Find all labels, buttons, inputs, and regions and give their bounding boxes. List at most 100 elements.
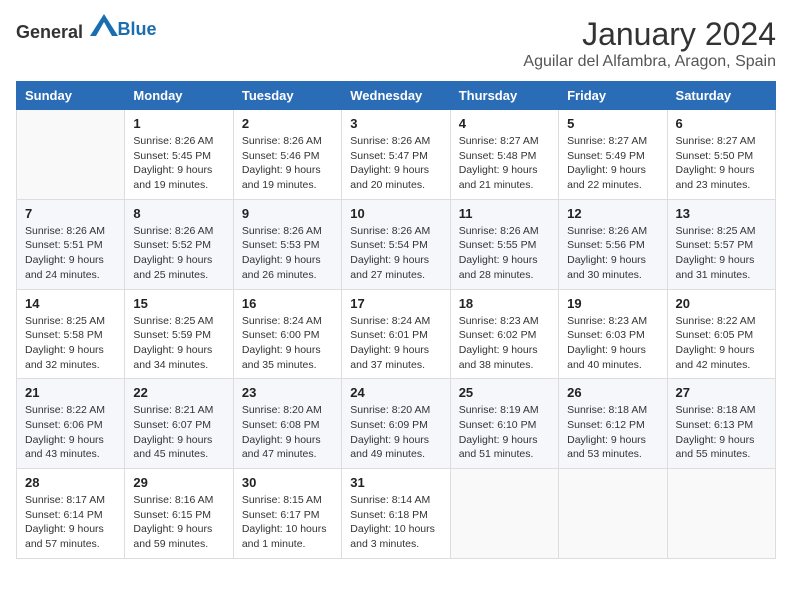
week-row-5: 28 Sunrise: 8:17 AMSunset: 6:14 PMDayligh…	[17, 469, 776, 559]
header-cell-wednesday: Wednesday	[342, 82, 450, 110]
day-info: Sunrise: 8:26 AMSunset: 5:46 PMDaylight:…	[242, 134, 333, 193]
day-info: Sunrise: 8:26 AMSunset: 5:55 PMDaylight:…	[459, 224, 550, 283]
logo-icon	[90, 14, 118, 36]
day-info: Sunrise: 8:24 AMSunset: 6:01 PMDaylight:…	[350, 314, 441, 373]
day-number: 13	[676, 206, 767, 221]
day-cell: 14 Sunrise: 8:25 AMSunset: 5:58 PMDayligh…	[17, 289, 125, 379]
day-cell: 9Sunrise: 8:26 AMSunset: 5:53 PMDaylight…	[233, 199, 341, 289]
day-cell: 3 Sunrise: 8:26 AMSunset: 5:47 PMDaylight…	[342, 110, 450, 200]
header-cell-thursday: Thursday	[450, 82, 558, 110]
day-cell: 4Sunrise: 8:27 AMSunset: 5:48 PMDaylight…	[450, 110, 558, 200]
day-info: Sunrise: 8:25 AMSunset: 5:57 PMDaylight:…	[676, 224, 767, 283]
day-cell: 29Sunrise: 8:16 AMSunset: 6:15 PMDayligh…	[125, 469, 233, 559]
day-info: Sunrise: 8:20 AMSunset: 6:08 PMDaylight:…	[242, 403, 333, 462]
day-info: Sunrise: 8:18 AMSunset: 6:13 PMDaylight:…	[676, 403, 767, 462]
day-number: 12	[567, 206, 658, 221]
day-number: 28	[25, 475, 116, 490]
header-cell-saturday: Saturday	[667, 82, 775, 110]
day-info: Sunrise: 8:27 AMSunset: 5:50 PMDaylight:…	[676, 134, 767, 193]
day-number: 14	[25, 296, 116, 311]
day-cell: 8Sunrise: 8:26 AMSunset: 5:52 PMDaylight…	[125, 199, 233, 289]
header-cell-friday: Friday	[559, 82, 667, 110]
day-info: Sunrise: 8:15 AMSunset: 6:17 PMDaylight:…	[242, 493, 333, 552]
day-cell: 11 Sunrise: 8:26 AMSunset: 5:55 PMDayligh…	[450, 199, 558, 289]
day-info: Sunrise: 8:26 AMSunset: 5:54 PMDaylight:…	[350, 224, 441, 283]
day-number: 19	[567, 296, 658, 311]
day-info: Sunrise: 8:26 AMSunset: 5:51 PMDaylight:…	[25, 224, 116, 283]
day-number: 7	[25, 206, 116, 221]
day-number: 11	[459, 206, 550, 221]
day-number: 6	[676, 116, 767, 131]
day-cell: 28 Sunrise: 8:17 AMSunset: 6:14 PMDayligh…	[17, 469, 125, 559]
day-number: 25	[459, 385, 550, 400]
day-info: Sunrise: 8:26 AMSunset: 5:47 PMDaylight:…	[350, 134, 441, 193]
day-cell	[559, 469, 667, 559]
day-info: Sunrise: 8:18 AMSunset: 6:12 PMDaylight:…	[567, 403, 658, 462]
day-number: 5	[567, 116, 658, 131]
day-number: 24	[350, 385, 441, 400]
day-cell: 13 Sunrise: 8:25 AMSunset: 5:57 PMDayligh…	[667, 199, 775, 289]
week-row-4: 21 Sunrise: 8:22 AMSunset: 6:06 PMDayligh…	[17, 379, 776, 469]
day-cell: 20 Sunrise: 8:22 AMSunset: 6:05 PMDayligh…	[667, 289, 775, 379]
day-info: Sunrise: 8:26 AMSunset: 5:45 PMDaylight:…	[133, 134, 224, 193]
day-cell: 27Sunrise: 8:18 AMSunset: 6:13 PMDayligh…	[667, 379, 775, 469]
day-info: Sunrise: 8:23 AMSunset: 6:02 PMDaylight:…	[459, 314, 550, 373]
day-number: 26	[567, 385, 658, 400]
calendar-table: SundayMondayTuesdayWednesdayThursdayFrid…	[16, 81, 776, 559]
day-info: Sunrise: 8:16 AMSunset: 6:15 PMDaylight:…	[133, 493, 224, 552]
day-info: Sunrise: 8:25 AMSunset: 5:58 PMDaylight:…	[25, 314, 116, 373]
day-cell: 23Sunrise: 8:20 AMSunset: 6:08 PMDayligh…	[233, 379, 341, 469]
day-info: Sunrise: 8:27 AMSunset: 5:49 PMDaylight:…	[567, 134, 658, 193]
day-number: 22	[133, 385, 224, 400]
day-number: 1	[133, 116, 224, 131]
day-info: Sunrise: 8:26 AMSunset: 5:53 PMDaylight:…	[242, 224, 333, 283]
week-row-2: 7 Sunrise: 8:26 AMSunset: 5:51 PMDaylight…	[17, 199, 776, 289]
day-number: 20	[676, 296, 767, 311]
day-number: 18	[459, 296, 550, 311]
day-cell: 21 Sunrise: 8:22 AMSunset: 6:06 PMDayligh…	[17, 379, 125, 469]
day-cell	[667, 469, 775, 559]
day-info: Sunrise: 8:25 AMSunset: 5:59 PMDaylight:…	[133, 314, 224, 373]
day-number: 3	[350, 116, 441, 131]
day-info: Sunrise: 8:22 AMSunset: 6:06 PMDaylight:…	[25, 403, 116, 462]
day-info: Sunrise: 8:14 AMSunset: 6:18 PMDaylight:…	[350, 493, 441, 552]
day-cell: 25 Sunrise: 8:19 AMSunset: 6:10 PMDayligh…	[450, 379, 558, 469]
day-number: 4	[459, 116, 550, 131]
day-info: Sunrise: 8:20 AMSunset: 6:09 PMDaylight:…	[350, 403, 441, 462]
day-number: 21	[25, 385, 116, 400]
day-info: Sunrise: 8:17 AMSunset: 6:14 PMDaylight:…	[25, 493, 116, 552]
day-cell: 22 Sunrise: 8:21 AMSunset: 6:07 PMDayligh…	[125, 379, 233, 469]
day-number: 17	[350, 296, 441, 311]
week-row-1: 1 Sunrise: 8:26 AMSunset: 5:45 PMDaylight…	[17, 110, 776, 200]
day-info: Sunrise: 8:21 AMSunset: 6:07 PMDaylight:…	[133, 403, 224, 462]
week-row-3: 14 Sunrise: 8:25 AMSunset: 5:58 PMDayligh…	[17, 289, 776, 379]
header-cell-monday: Monday	[125, 82, 233, 110]
day-info: Sunrise: 8:26 AMSunset: 5:56 PMDaylight:…	[567, 224, 658, 283]
day-cell: 26 Sunrise: 8:18 AMSunset: 6:12 PMDayligh…	[559, 379, 667, 469]
day-cell: 19 Sunrise: 8:23 AMSunset: 6:03 PMDayligh…	[559, 289, 667, 379]
day-cell: 5 Sunrise: 8:27 AMSunset: 5:49 PMDaylight…	[559, 110, 667, 200]
day-number: 30	[242, 475, 333, 490]
header-cell-tuesday: Tuesday	[233, 82, 341, 110]
page-header: General Blue January 2024 Aguilar del Al…	[16, 16, 776, 71]
day-cell: 6 Sunrise: 8:27 AMSunset: 5:50 PMDaylight…	[667, 110, 775, 200]
title-block: January 2024 Aguilar del Alfambra, Arago…	[523, 16, 776, 71]
logo-blue: Blue	[118, 19, 157, 39]
day-number: 15	[133, 296, 224, 311]
day-info: Sunrise: 8:23 AMSunset: 6:03 PMDaylight:…	[567, 314, 658, 373]
day-number: 8	[133, 206, 224, 221]
day-cell: 10Sunrise: 8:26 AMSunset: 5:54 PMDayligh…	[342, 199, 450, 289]
day-cell: 16Sunrise: 8:24 AMSunset: 6:00 PMDayligh…	[233, 289, 341, 379]
day-cell: 2Sunrise: 8:26 AMSunset: 5:46 PMDaylight…	[233, 110, 341, 200]
logo: General Blue	[16, 16, 157, 43]
page-title: January 2024	[523, 16, 776, 53]
page-subtitle: Aguilar del Alfambra, Aragon, Spain	[523, 53, 776, 71]
calendar-body: 1 Sunrise: 8:26 AMSunset: 5:45 PMDaylight…	[17, 110, 776, 559]
day-cell: 30 Sunrise: 8:15 AMSunset: 6:17 PMDayligh…	[233, 469, 341, 559]
header-row: SundayMondayTuesdayWednesdayThursdayFrid…	[17, 82, 776, 110]
day-info: Sunrise: 8:19 AMSunset: 6:10 PMDaylight:…	[459, 403, 550, 462]
day-info: Sunrise: 8:22 AMSunset: 6:05 PMDaylight:…	[676, 314, 767, 373]
day-cell: 1 Sunrise: 8:26 AMSunset: 5:45 PMDaylight…	[125, 110, 233, 200]
calendar-header: SundayMondayTuesdayWednesdayThursdayFrid…	[17, 82, 776, 110]
day-number: 16	[242, 296, 333, 311]
